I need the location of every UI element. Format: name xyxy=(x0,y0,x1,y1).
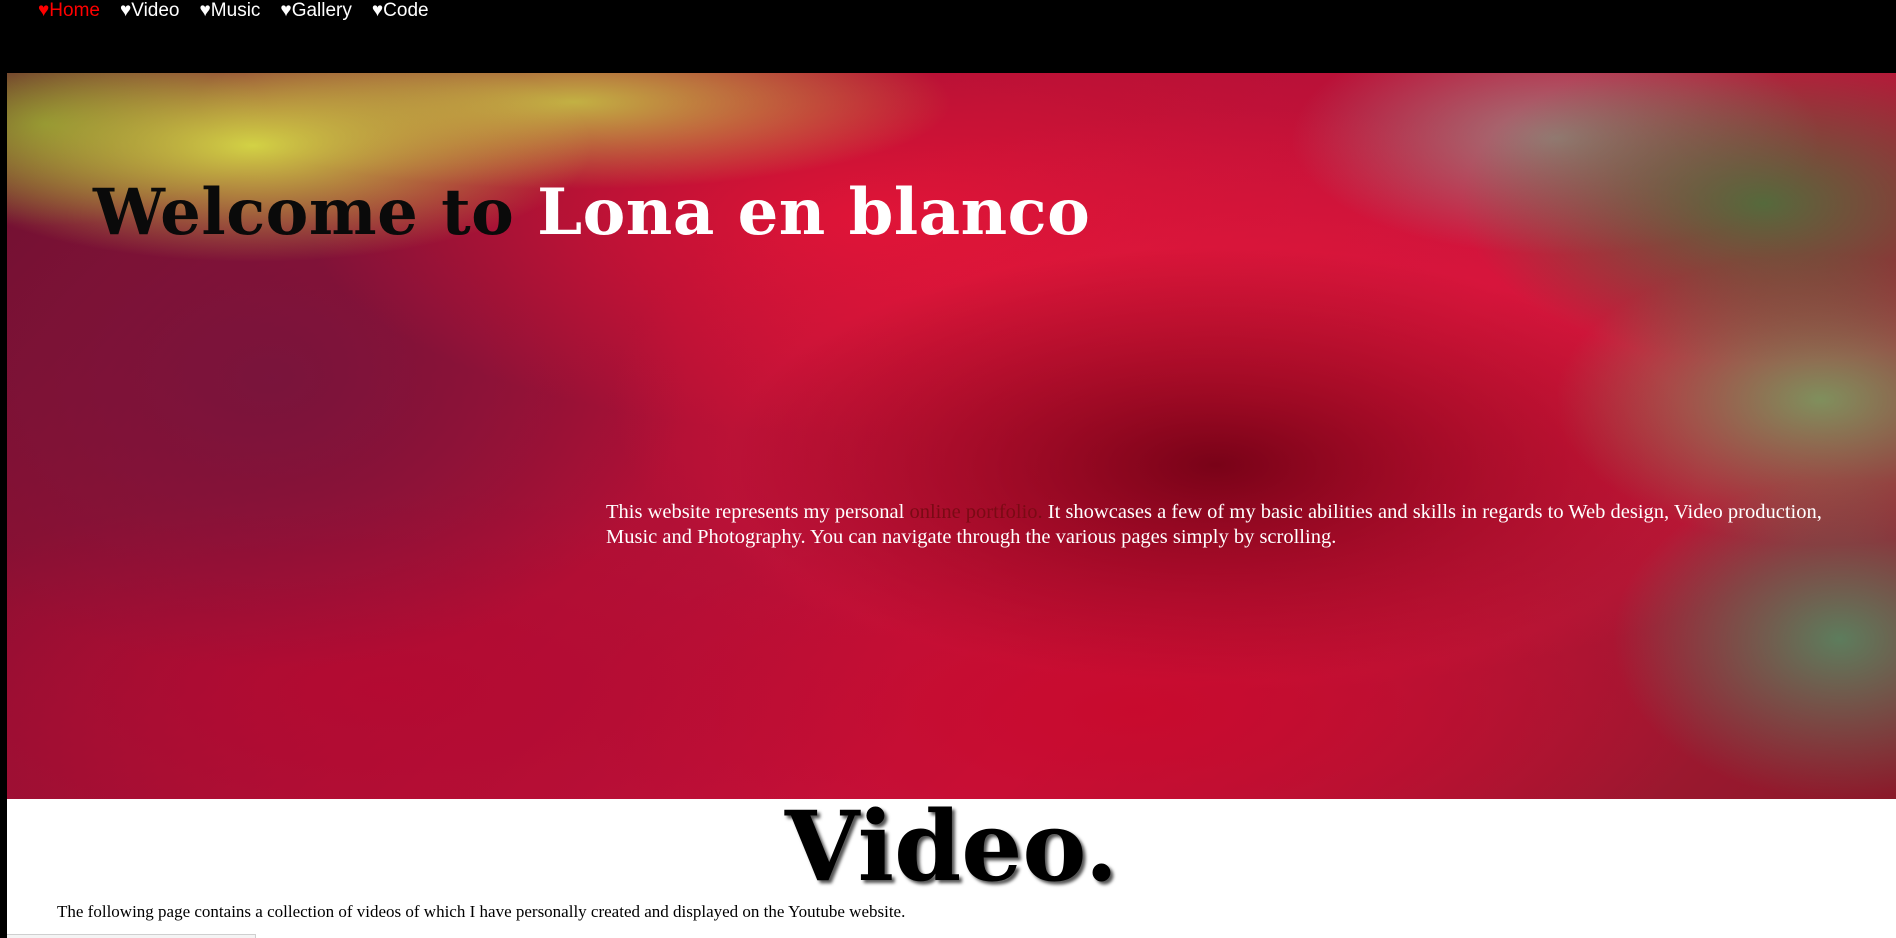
hero-title: Welcome to Lona en blanco xyxy=(93,181,1090,245)
video-heading: Video. xyxy=(784,790,1119,903)
nav-item-home: ♥Home xyxy=(38,0,100,22)
video-section: Video. The following page contains a col… xyxy=(7,799,1896,938)
nav-item-code: ♥Code xyxy=(372,0,429,22)
hero-title-prefix: Welcome to xyxy=(93,175,538,250)
hero-title-site-name: Lona en blanco xyxy=(537,175,1091,250)
online-portfolio-link[interactable]: online portfolio. xyxy=(909,501,1042,523)
nav-link-video[interactable]: ♥Video xyxy=(120,0,180,21)
intro-text-start: This website represents my personal xyxy=(606,501,910,523)
nav-link-home[interactable]: ♥Home xyxy=(38,0,100,21)
nav-menu: ♥Home ♥Video ♥Music ♥Gallery ♥Code xyxy=(0,0,1896,22)
nav-link-gallery[interactable]: ♥Gallery xyxy=(280,0,351,21)
video-embed-edge xyxy=(7,934,256,938)
nav-item-gallery: ♥Gallery xyxy=(280,0,351,22)
video-description: The following page contains a collection… xyxy=(57,902,906,921)
hero-section: Welcome to Lona en blanco This website r… xyxy=(7,73,1896,799)
nav-item-music: ♥Music xyxy=(200,0,261,22)
nav-item-video: ♥Video xyxy=(120,0,180,22)
nav-link-music[interactable]: ♥Music xyxy=(200,0,261,21)
nav-link-code[interactable]: ♥Code xyxy=(372,0,429,21)
top-navigation: ♥Home ♥Video ♥Music ♥Gallery ♥Code xyxy=(0,0,1896,73)
hero-intro-text: This website represents my personal onli… xyxy=(606,500,1826,550)
